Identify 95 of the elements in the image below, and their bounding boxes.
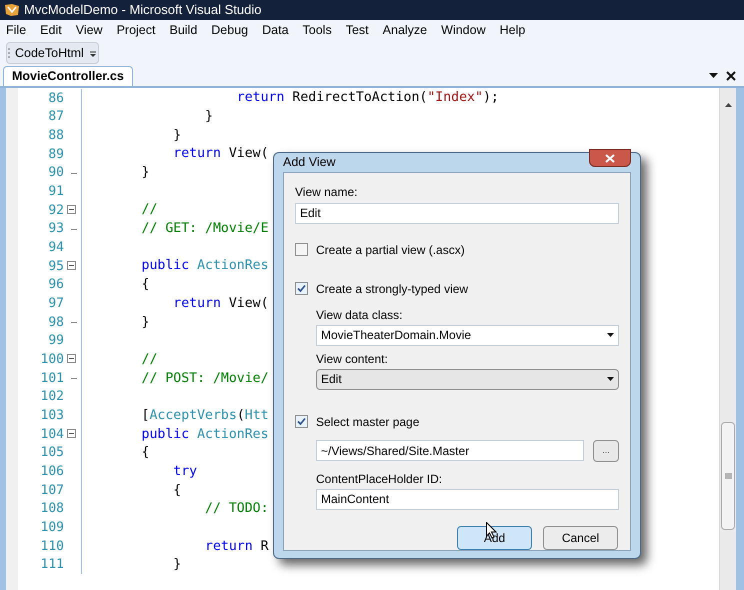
line-number: 111 — [40, 556, 64, 574]
line-number: 103 — [40, 407, 64, 426]
code-line: } — [172, 556, 182, 574]
field-label: View name: — [295, 184, 358, 201]
field-label: ContentPlaceHolder ID: — [316, 470, 444, 488]
checkbox-label: Select master page — [316, 414, 420, 431]
code-line: } — [172, 126, 182, 145]
menu-item[interactable]: Help — [500, 21, 526, 40]
line-number: 87 — [47, 108, 64, 126]
checkbox-label: Create a partial view (.ascx) — [316, 242, 465, 259]
close-icon[interactable] — [726, 71, 736, 81]
menu-item[interactable]: Tools — [302, 21, 332, 40]
line-number: 90 — [47, 164, 64, 182]
scroll-up-icon[interactable] — [725, 103, 732, 107]
line-number: 102 — [40, 388, 64, 406]
code-line: // GET: /Movie/E — [140, 220, 269, 238]
code-line: { — [140, 276, 150, 294]
line-number: 93 — [47, 220, 64, 238]
code-line: public ActionRes — [140, 426, 269, 444]
scrollbar-thumb[interactable] — [721, 422, 735, 530]
scrollbar[interactable] — [719, 88, 736, 590]
menu-item[interactable]: Window — [441, 21, 486, 40]
menu-item[interactable]: Edit — [40, 21, 62, 40]
line-number: 92 — [47, 202, 64, 220]
line-number: 110 — [40, 538, 64, 556]
collapse-icon[interactable] — [67, 205, 76, 214]
code-line: return R — [204, 538, 269, 556]
code-line: // TODO: — [204, 500, 269, 518]
collapse-icon[interactable] — [67, 354, 76, 364]
content-dropdown[interactable]: Edit — [316, 368, 619, 390]
menu-item[interactable]: File — [6, 21, 26, 40]
code-line: // — [140, 201, 158, 220]
line-number: 89 — [47, 146, 64, 164]
line-number: 94 — [47, 238, 64, 257]
close-icon — [605, 154, 615, 163]
dialog-title: Add View — [283, 154, 336, 171]
menu-item[interactable]: Test — [346, 21, 369, 40]
code-line: { — [140, 444, 150, 462]
code-line: { — [172, 482, 182, 500]
code-line: try — [172, 462, 198, 481]
dropdown-icon[interactable] — [709, 73, 718, 79]
checkbox[interactable] — [295, 282, 308, 296]
code-line: return View( — [172, 294, 269, 313]
field-label: View content: — [316, 350, 389, 368]
line-number: 109 — [40, 519, 64, 538]
code-line: // POST: /Movie/ — [140, 370, 269, 388]
menu-item[interactable]: Project — [116, 21, 156, 40]
line-number: 101 — [40, 370, 64, 388]
placeholder-id-field[interactable]: MainContent — [316, 488, 619, 510]
line-number: 98 — [47, 314, 64, 332]
code-line: // — [140, 350, 158, 369]
checkbox-label: Create a strongly-typed view — [316, 280, 468, 298]
line-number: 104 — [40, 426, 64, 444]
file-tab[interactable]: MovieController.cs — [3, 66, 133, 86]
code-line: } — [204, 108, 213, 126]
code-line: return View( — [172, 145, 269, 164]
class-combo-box[interactable]: MovieTheaterDomain.Movie — [316, 324, 619, 346]
dropdown-icon — [607, 377, 614, 382]
code-line: return RedirectToAction("Index"); — [236, 89, 499, 108]
menu-item[interactable]: Analyze — [382, 21, 428, 40]
master-page-field[interactable]: ~/Views/Shared/Site.Master — [316, 440, 584, 462]
menu-item[interactable]: Debug — [211, 21, 248, 40]
app-icon — [4, 3, 20, 17]
collapse-icon[interactable] — [67, 429, 76, 438]
collapse-icon[interactable] — [67, 261, 76, 270]
menu-item[interactable]: View — [76, 21, 103, 40]
line-number: 97 — [47, 294, 64, 313]
line-number: 96 — [47, 276, 64, 294]
code-line: [AcceptVerbs(Htt — [140, 406, 269, 425]
line-number: 95 — [47, 258, 64, 276]
close-button[interactable] — [589, 149, 631, 168]
window-title: MvcModelDemo - Microsoft Visual Studio — [24, 1, 262, 20]
line-number: 108 — [40, 500, 64, 518]
line-number: 100 — [40, 351, 64, 369]
menu-item[interactable]: Build — [169, 21, 198, 40]
line-number: 99 — [47, 332, 64, 350]
code-line: } — [140, 164, 150, 182]
line-number: 106 — [40, 463, 64, 482]
view-name-field[interactable]: Edit — [295, 202, 619, 224]
dropdown-icon — [607, 333, 614, 338]
field-label: View data class: — [316, 306, 404, 324]
line-number: 86 — [47, 90, 64, 108]
toolbar-button[interactable]: CodeToHtml — [11, 44, 88, 62]
line-number: 88 — [47, 126, 64, 145]
browse-button[interactable]: ... — [593, 440, 619, 462]
checkbox[interactable] — [295, 415, 308, 428]
menu-item[interactable]: Data — [262, 21, 289, 40]
code-line: } — [140, 314, 150, 332]
dialog-button[interactable]: Cancel — [543, 526, 618, 550]
grip-icon — [7, 46, 11, 60]
code-line: public ActionRes — [140, 257, 269, 276]
line-number: 107 — [40, 482, 64, 500]
checkbox[interactable] — [295, 243, 308, 256]
line-number: 91 — [47, 182, 64, 201]
line-number: 105 — [40, 444, 64, 462]
